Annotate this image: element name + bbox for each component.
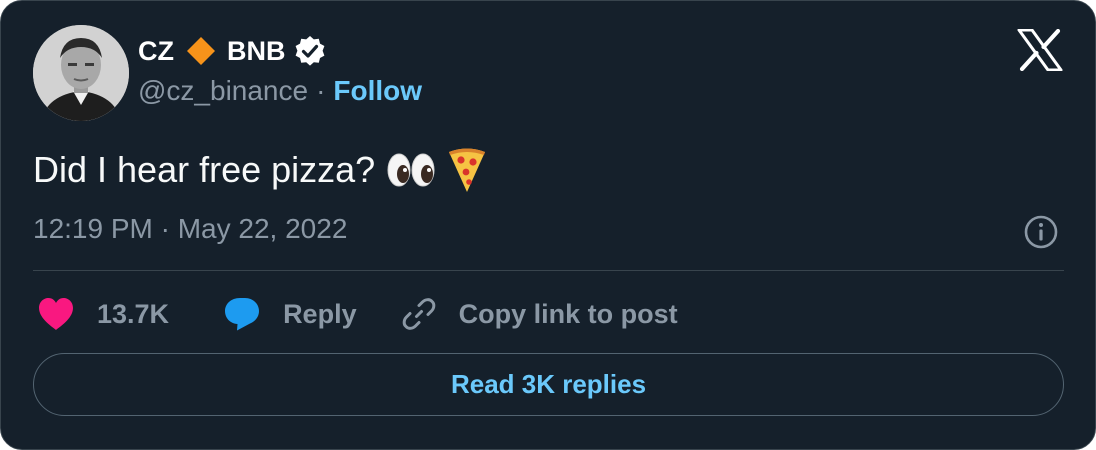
follow-button[interactable]: Follow [333,75,422,107]
handle-row: @cz_binance · Follow [138,74,422,108]
heart-icon [39,298,73,330]
handle-separator: · [316,75,326,106]
author-handle[interactable]: @cz_binance [138,75,308,107]
verified-badge-icon [294,35,326,67]
copy-link-label: Copy link to post [458,298,678,329]
eyes-emoji [385,150,437,190]
author-name-suffix: BNB [227,35,286,66]
action-bar: 13.7K Reply Copy link to post [37,293,678,335]
x-logo-icon[interactable] [1017,28,1063,72]
orange-diamond-icon [186,36,216,66]
divider [33,270,1064,271]
author-name[interactable]: CZ BNB [138,33,326,69]
reply-label: Reply [283,298,357,329]
tweet-timestamp[interactable]: 12:19 PM · May 22, 2022 [33,211,347,247]
read-replies-button[interactable]: Read 3K replies [33,353,1064,416]
pizza-emoji [447,146,487,194]
tweet-body: Did I hear free pizza? [33,149,376,190]
avatar[interactable] [33,25,129,121]
like-count: 13.7K [97,298,170,329]
info-icon[interactable] [1023,214,1059,250]
like-button[interactable]: 13.7K [37,297,169,331]
copy-link-button[interactable]: Copy link to post [401,296,678,332]
reply-button[interactable]: Reply [223,297,357,331]
reply-bubble-icon [225,298,260,331]
link-icon [402,298,435,330]
tweet-text: Did I hear free pizza? [33,146,487,194]
tweet-card: CZ BNB @cz_binance · Follow Did I hear f… [0,0,1096,450]
author-name-prefix: CZ [138,35,174,66]
